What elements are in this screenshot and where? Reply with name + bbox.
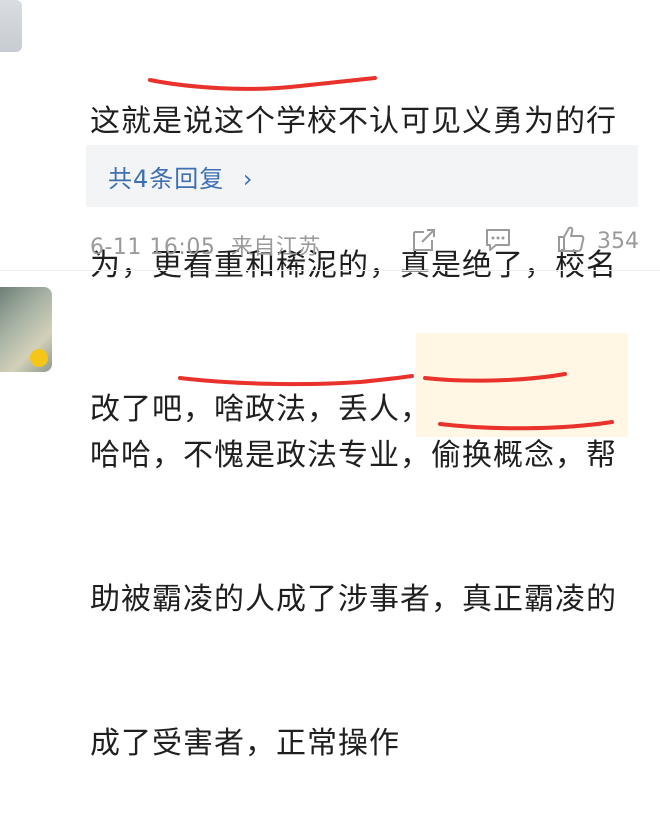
comment-icon[interactable] xyxy=(484,226,512,254)
comment-line: 助被霸凌的人成了涉事者，真正霸凌的 xyxy=(90,582,617,617)
comment-body: 哈哈，不愧是政法专业，偷换概念，帮 助被霸凌的人成了涉事者，真正霸凌的 成了受害… xyxy=(90,336,650,816)
like-count: 354 xyxy=(597,229,639,254)
replies-label: 共4条回复 xyxy=(108,165,225,193)
verified-badge-icon xyxy=(30,349,48,367)
thumbs-up-icon[interactable] xyxy=(556,224,586,254)
chevron-right-icon: › xyxy=(242,165,254,193)
comment-meta: 6-11 16:05 来自江苏 xyxy=(90,229,321,261)
timestamp: 6-11 16:05 xyxy=(90,235,216,260)
location: 来自江苏 xyxy=(230,235,321,260)
comment-line: 成了受害者，正常操作 xyxy=(90,726,400,761)
avatar[interactable] xyxy=(0,287,52,372)
replies-box[interactable]: 共4条回复 › xyxy=(86,145,638,207)
share-icon[interactable] xyxy=(410,226,438,254)
view-replies-link[interactable]: 共4条回复 › xyxy=(108,159,254,194)
divider xyxy=(0,270,660,271)
avatar[interactable] xyxy=(0,0,22,52)
comment-line: 哈哈，不愧是政法专业，偷换概念，帮 xyxy=(90,438,617,473)
comment-line: 这就是说这个学校不认可见义勇为的行 xyxy=(90,104,617,139)
